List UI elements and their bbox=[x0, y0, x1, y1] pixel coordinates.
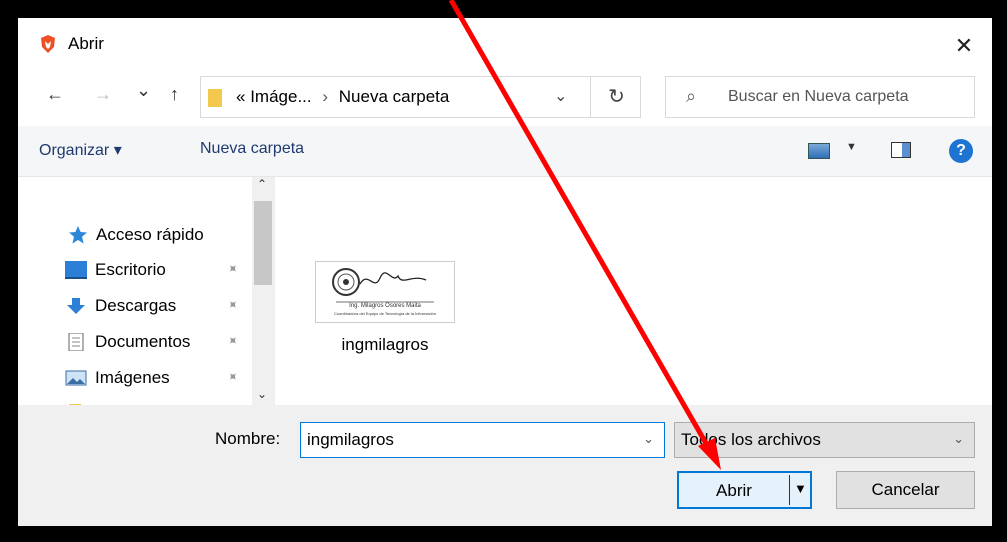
search-placeholder[interactable]: Buscar en Nueva carpeta bbox=[728, 88, 909, 106]
back-button[interactable]: ← bbox=[46, 84, 64, 105]
view-options-icon[interactable] bbox=[808, 143, 830, 159]
dialog-footer: Nombre: ingmilagros ⌄ Todos los archivos… bbox=[18, 405, 992, 526]
breadcrumb-item-images[interactable]: Imáge... bbox=[250, 87, 311, 106]
file-list: Ing. Milagros Osores Maita Coordinadora … bbox=[275, 177, 992, 405]
cancel-button[interactable]: Cancelar bbox=[836, 471, 975, 509]
sidebar-item-downloads[interactable]: Descargas bbox=[65, 292, 176, 320]
file-name-label: Nombre: bbox=[215, 429, 281, 448]
sidebar-item-label: Imágenes bbox=[95, 368, 170, 387]
up-folder-button[interactable]: ↑ bbox=[170, 84, 179, 105]
sidebar-item-label: Descargas bbox=[95, 296, 177, 315]
pin-icon: ✦ bbox=[223, 259, 242, 278]
breadcrumb-overflow[interactable]: « bbox=[236, 87, 245, 106]
address-bar[interactable]: « Imáge... › Nueva carpeta ⌄ ↻ bbox=[200, 76, 641, 118]
chevron-down-icon[interactable]: ⌄ bbox=[953, 431, 964, 447]
file-item[interactable]: Ing. Milagros Osores Maita Coordinadora … bbox=[315, 261, 455, 355]
scroll-up-icon[interactable]: ⌃ bbox=[257, 177, 267, 191]
chevron-down-icon[interactable]: ⌄ bbox=[643, 431, 654, 447]
preview-pane-icon[interactable] bbox=[891, 142, 911, 158]
document-icon bbox=[68, 333, 84, 351]
brave-app-icon bbox=[41, 35, 55, 53]
split-divider bbox=[789, 475, 790, 505]
scrollbar-thumb[interactable] bbox=[254, 201, 272, 285]
dialog-title: Abrir bbox=[68, 34, 104, 53]
sidebar-item-documents[interactable]: Documentos bbox=[65, 328, 190, 356]
file-name-input[interactable]: ingmilagros ⌄ bbox=[300, 422, 665, 458]
open-button-label[interactable]: Abrir bbox=[679, 481, 789, 501]
search-icon: ⌕ bbox=[686, 86, 697, 106]
navigation-bar: ← → ⌄ ↑ « Imáge... › Nueva carpeta ⌄ ↻ ⌕… bbox=[18, 70, 992, 126]
sidebar-item-quick-access[interactable]: Acceso rápido bbox=[68, 221, 204, 249]
star-icon bbox=[69, 226, 87, 244]
close-button[interactable]: ✕ bbox=[936, 26, 992, 66]
open-file-dialog: Abrir ✕ ← → ⌄ ↑ « Imáge... › Nueva carpe… bbox=[18, 18, 992, 526]
new-folder-button[interactable]: Nueva carpeta bbox=[200, 140, 304, 158]
breadcrumb: « Imáge... › Nueva carpeta bbox=[236, 87, 449, 107]
file-name: ingmilagros bbox=[341, 335, 429, 354]
thumbnail-caption-name: Ing. Milagros Osores Maita bbox=[349, 303, 421, 309]
signature-icon bbox=[359, 272, 427, 285]
pin-icon: ✦ bbox=[223, 367, 242, 386]
file-type-value: Todos los archivos bbox=[681, 430, 821, 449]
refresh-button[interactable]: ↻ bbox=[590, 76, 642, 118]
pictures-icon bbox=[65, 370, 87, 386]
recent-locations-button[interactable]: ⌄ bbox=[136, 80, 151, 101]
open-button[interactable]: Abrir ▼ bbox=[677, 471, 812, 509]
pin-icon: ✦ bbox=[223, 331, 242, 350]
sidebar-item-pictures[interactable]: Imágenes bbox=[65, 364, 170, 392]
address-dropdown-icon[interactable]: ⌄ bbox=[554, 86, 567, 106]
command-toolbar: Organizar ▾ Nueva carpeta ▼ ? bbox=[18, 126, 992, 177]
sidebar-item-label: Documentos bbox=[95, 332, 191, 351]
file-type-select[interactable]: Todos los archivos ⌄ bbox=[674, 422, 975, 458]
thumbnail-caption-role: Coordinadora del Equipo de Tecnología de… bbox=[334, 311, 436, 316]
organize-menu-button[interactable]: Organizar ▾ bbox=[39, 140, 122, 160]
open-options-arrow-icon[interactable]: ▼ bbox=[794, 481, 807, 496]
file-thumbnail: Ing. Milagros Osores Maita Coordinadora … bbox=[315, 261, 455, 323]
title-bar: Abrir ✕ bbox=[18, 18, 992, 70]
scroll-down-icon[interactable]: ⌄ bbox=[257, 387, 267, 401]
sidebar-scrollbar[interactable]: ⌃ ⌄ bbox=[252, 177, 274, 405]
download-icon bbox=[67, 298, 85, 314]
pin-icon: ✦ bbox=[223, 295, 242, 314]
breadcrumb-item-current[interactable]: Nueva carpeta bbox=[339, 87, 450, 106]
sidebar-item-desktop[interactable]: Escritorio bbox=[65, 256, 166, 284]
breadcrumb-separator[interactable]: › bbox=[322, 87, 328, 106]
sidebar-item-label: Acceso rápido bbox=[96, 225, 204, 244]
help-icon[interactable]: ? bbox=[949, 139, 973, 163]
file-name-value[interactable]: ingmilagros bbox=[307, 430, 394, 450]
navigation-pane: Acceso rápido Escritorio ✦ Descargas ✦ D… bbox=[18, 177, 275, 421]
forward-button[interactable]: → bbox=[94, 84, 112, 105]
folder-icon bbox=[208, 89, 222, 107]
desktop-icon bbox=[65, 261, 87, 279]
view-options-caret[interactable]: ▼ bbox=[846, 141, 857, 153]
search-box[interactable]: ⌕ Buscar en Nueva carpeta bbox=[665, 76, 975, 118]
sidebar-item-label: Escritorio bbox=[95, 260, 166, 279]
